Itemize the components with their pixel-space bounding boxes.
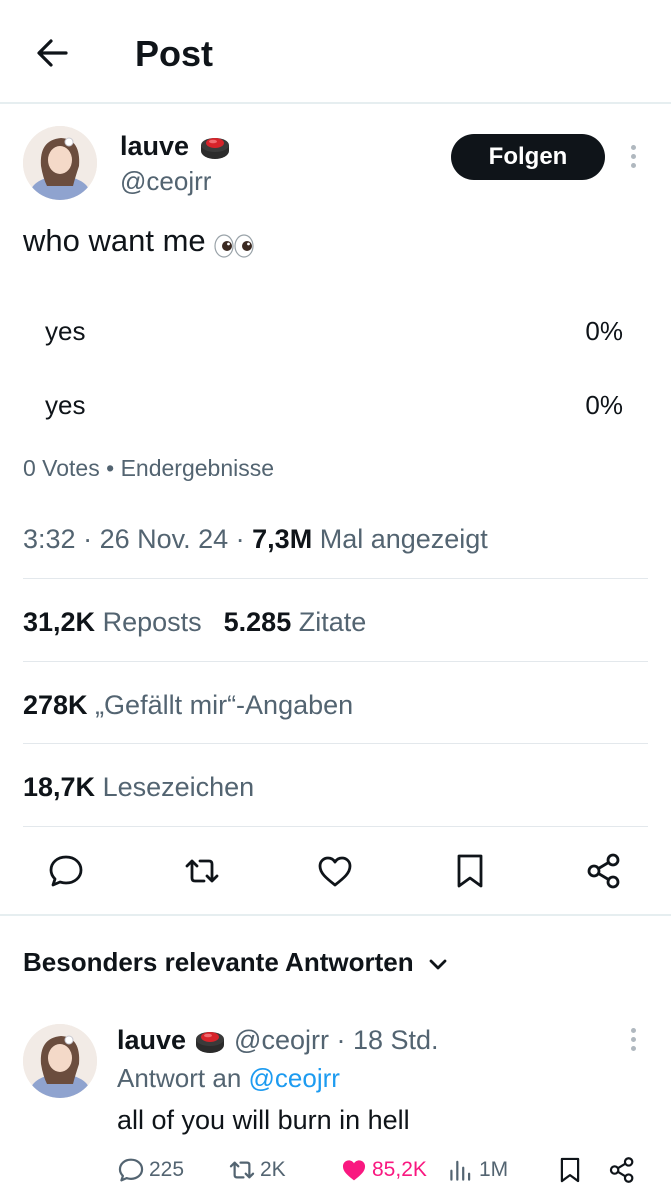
like-count: 85,2K bbox=[372, 1158, 427, 1181]
author-display-name[interactable]: lauve bbox=[120, 129, 231, 163]
poll-status: Endergebnisse bbox=[120, 455, 275, 481]
poll-option-percent: 0% bbox=[585, 390, 623, 420]
poll-option: yes 0% bbox=[23, 306, 625, 358]
post-text: who want me bbox=[23, 222, 254, 260]
poll-summary: 0 Votes • Endergebnisse bbox=[23, 453, 274, 483]
views-count: 7,3M bbox=[252, 524, 313, 554]
divider bbox=[23, 743, 648, 744]
quotes-stat[interactable]: 5.285 Zitate bbox=[224, 607, 367, 637]
reply-to-label: Antwort an bbox=[117, 1063, 242, 1093]
author-avatar[interactable] bbox=[23, 126, 97, 200]
author-handle[interactable]: @ceojrr bbox=[120, 165, 211, 197]
likes-count: 278K bbox=[23, 690, 88, 720]
replies-section-title: Besonders relevante Antworten bbox=[23, 947, 414, 977]
reply-like-action[interactable]: 85,2K bbox=[340, 1153, 427, 1187]
likes-stat[interactable]: 278K „Gefällt mir“-Angaben bbox=[23, 688, 353, 722]
bookmark-icon[interactable] bbox=[451, 852, 489, 890]
arrow-left-icon bbox=[37, 39, 68, 67]
page-title: Post bbox=[135, 33, 214, 74]
reposts-stat[interactable]: 31,2K Reposts bbox=[23, 607, 202, 637]
divider bbox=[23, 826, 648, 827]
repost-quote-stats: 31,2K Reposts 5.285 Zitate bbox=[23, 605, 366, 639]
reply-header: lauve @ceojrr · 18 Std. bbox=[117, 1023, 439, 1057]
poll-option: yes 0% bbox=[23, 380, 625, 432]
post-metadata: 3:32 · 26 Nov. 24 · 7,3M Mal angezeigt bbox=[23, 524, 488, 554]
poll-option-label: yes bbox=[45, 390, 86, 420]
post-time[interactable]: 3:32 bbox=[23, 524, 76, 554]
reply-views-action[interactable]: 1M bbox=[447, 1153, 508, 1187]
share-icon[interactable] bbox=[585, 852, 623, 890]
more-options-icon[interactable] bbox=[627, 145, 639, 175]
reply-to-handle-link[interactable]: @ceojrr bbox=[249, 1063, 340, 1093]
reply-handle[interactable]: @ceojrr bbox=[234, 1023, 329, 1057]
post-date[interactable]: 26 Nov. 24 bbox=[100, 524, 229, 554]
divider bbox=[23, 578, 648, 579]
views-chart-icon bbox=[450, 1160, 471, 1181]
liked-heart-icon bbox=[342, 1160, 366, 1181]
reply-author-avatar[interactable] bbox=[23, 1024, 97, 1098]
reply-text: all of you will burn in hell bbox=[117, 1105, 410, 1135]
divider bbox=[23, 661, 648, 662]
post-text-content: who want me bbox=[23, 223, 206, 258]
like-icon[interactable] bbox=[316, 852, 354, 890]
author-name-text: lauve bbox=[120, 131, 190, 161]
poll-option-percent: 0% bbox=[585, 316, 623, 346]
section-divider bbox=[0, 914, 671, 916]
repost-icon[interactable] bbox=[183, 852, 221, 890]
views-count: 1M bbox=[479, 1158, 509, 1181]
poll-separator: • bbox=[106, 455, 115, 481]
poll-votes: 0 Votes bbox=[23, 455, 100, 481]
back-button[interactable] bbox=[32, 33, 72, 73]
reply-icon[interactable] bbox=[47, 852, 85, 890]
likes-label: „Gefällt mir“-Angaben bbox=[95, 690, 354, 720]
follow-button[interactable]: Folgen bbox=[451, 134, 605, 180]
reply-more-options-icon[interactable] bbox=[627, 1028, 639, 1058]
repost-icon bbox=[229, 1161, 255, 1179]
reply-repost-action[interactable]: 2K bbox=[228, 1153, 286, 1187]
reply-reply-action[interactable]: 225 bbox=[117, 1153, 184, 1187]
reply-bookmark-action[interactable] bbox=[556, 1153, 588, 1187]
reply-share-action[interactable] bbox=[608, 1153, 640, 1187]
reply-count: 225 bbox=[149, 1158, 185, 1181]
bookmarks-stat[interactable]: 18,7K Lesezeichen bbox=[23, 770, 254, 804]
views-label: Mal angezeigt bbox=[319, 524, 488, 554]
poll-option-label: yes bbox=[45, 316, 86, 346]
bookmarks-label: Lesezeichen bbox=[102, 772, 255, 802]
reply-to-line: Antwort an @ceojrr bbox=[117, 1061, 340, 1095]
eyes-emoji-icon bbox=[214, 229, 254, 258]
reply-icon bbox=[118, 1158, 144, 1182]
red-button-emoji-icon bbox=[199, 130, 231, 162]
chevron-down-icon bbox=[426, 950, 450, 974]
repost-count: 2K bbox=[260, 1158, 286, 1181]
reply-time: · 18 Std. bbox=[336, 1025, 439, 1055]
replies-sort-selector[interactable]: Besonders relevante Antworten bbox=[23, 945, 450, 979]
bookmark-icon bbox=[560, 1157, 580, 1183]
share-icon bbox=[609, 1157, 634, 1183]
red-button-emoji-icon bbox=[194, 1024, 226, 1056]
top-app-bar: Post bbox=[0, 0, 671, 104]
reply-display-name[interactable]: lauve bbox=[117, 1023, 186, 1057]
bookmarks-count: 18,7K bbox=[23, 772, 96, 802]
